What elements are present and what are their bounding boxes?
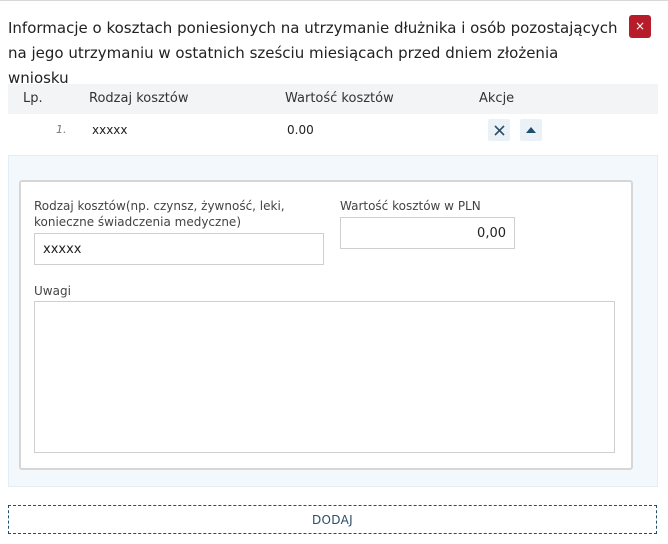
close-icon [493,124,505,136]
remove-row-button[interactable] [488,119,510,141]
close-section-button[interactable]: × [629,15,651,38]
cost-value-label: Wartość kosztów w PLN [340,199,481,213]
add-button[interactable]: DODAJ [8,505,657,534]
table-header: Lp. Rodzaj kosztów Wartość kosztów Akcje [8,84,658,114]
caret-up-icon [526,127,536,133]
row-cost-type: xxxxx [92,123,128,137]
table-row[interactable]: 1. xxxxx 0.00 [8,116,658,144]
notes-textarea[interactable] [34,301,615,453]
row-lp: 1. [56,123,67,136]
row-edit-panel: Rodzaj kosztów(np. czynsz, żywność, leki… [8,155,658,487]
row-edit-form: Rodzaj kosztów(np. czynsz, żywność, leki… [19,180,633,470]
cost-type-input[interactable] [34,233,324,265]
top-divider [0,0,668,1]
header-actions: Akcje [479,91,515,106]
header-lp: Lp. [23,91,43,106]
header-cost-value: Wartość kosztów [285,91,394,106]
collapse-row-button[interactable] [520,119,542,141]
section-title: Informacje o kosztach poniesionych na ut… [8,19,618,87]
cost-value-input[interactable] [340,217,515,249]
header-cost-type: Rodzaj kosztów [89,91,189,106]
cost-type-label: Rodzaj kosztów(np. czynsz, żywność, leki… [34,199,285,229]
notes-label: Uwagi [34,284,71,298]
row-cost-value: 0.00 [287,123,314,137]
